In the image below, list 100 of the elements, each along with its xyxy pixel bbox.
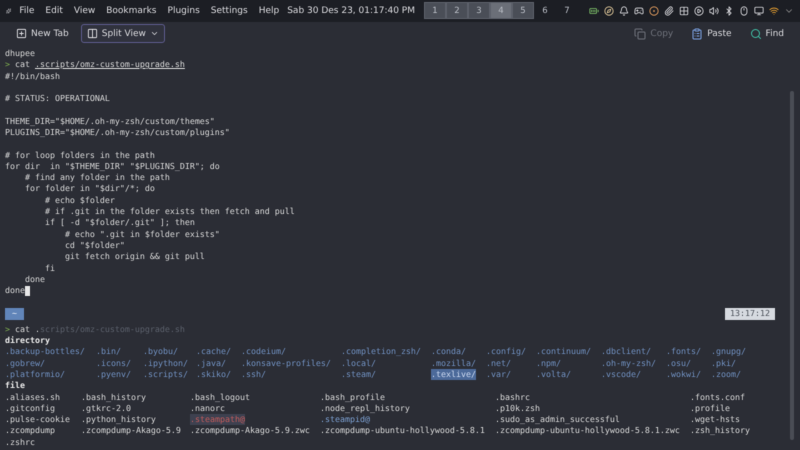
directory-entry: .byobu/ (143, 346, 178, 358)
columns-icon (86, 28, 98, 40)
gamepad-icon[interactable] (634, 6, 644, 16)
bell-icon[interactable] (619, 6, 629, 16)
clock: Sab 30 Des 23, 01:17:40 PM (287, 6, 415, 16)
file-entry: .profile (690, 402, 730, 414)
directory-entry: .backup-bottles/ (5, 346, 85, 358)
directory-entry: .scripts/ (143, 368, 188, 380)
directory-entry: .gobrew/ (5, 358, 45, 369)
desktop-button[interactable]: 5 (512, 2, 534, 20)
command-line: > cat .scripts/omz-custom-upgrade.sh (5, 59, 186, 70)
output-line: done (24, 274, 46, 286)
directory-entry: .npm/ (536, 358, 561, 369)
output-line: cd "$folder" (64, 240, 126, 252)
clipboard-icon (691, 28, 704, 40)
directory-entry: .continuum/ (536, 346, 591, 358)
bluetooth-icon[interactable] (724, 6, 734, 16)
file-entry: .zcompdump (5, 425, 55, 437)
file-entry: .fonts.conf (690, 392, 745, 403)
file-entry: .steampid@ (320, 414, 370, 426)
desktop-button[interactable]: 1 (424, 2, 446, 20)
directory-entry: .texlive/ (431, 368, 476, 380)
paste-button[interactable]: Paste (685, 24, 738, 44)
output-line: # echo ".git in $folder exists" (64, 228, 221, 240)
output-line: THEME_DIR="$HOME/.oh-my-zsh/custom/themes" (5, 116, 216, 127)
volume-icon[interactable] (709, 6, 719, 16)
desktop-button[interactable]: 6 (534, 2, 556, 20)
new-tab-button[interactable]: New Tab (10, 24, 75, 44)
file-entry: .gitconfig (5, 402, 55, 414)
directory-entry: .ssh/ (241, 368, 266, 380)
directory-entry: .gnupg/ (711, 346, 746, 358)
file-entry: .zsh_history (690, 425, 750, 437)
file-entry: .steampath@ (190, 414, 245, 426)
file-entry: .bashrc (495, 392, 530, 403)
menu-item[interactable]: Settings (208, 6, 251, 16)
desktop-button[interactable]: 7 (556, 2, 578, 20)
directory-entry: .oh-my-zsh/ (601, 358, 656, 369)
directory-entry: .zoom/ (711, 368, 741, 380)
tab-icon (16, 28, 27, 40)
menu-item[interactable]: Help (256, 6, 282, 16)
directory-entry: .completion_zsh/ (341, 346, 421, 358)
mouse-icon[interactable] (739, 6, 749, 16)
output-line: # echo $folder (44, 194, 116, 206)
directory-entry: .dbclient/ (601, 346, 651, 358)
file-entry: .pulse-cookie (5, 414, 70, 426)
directory-entry: .config/ (486, 346, 526, 358)
wifi-icon[interactable] (769, 6, 779, 16)
directory-entry: .local/ (341, 358, 376, 369)
file-entry: .node_repl_history (320, 402, 410, 414)
file-entry: .bash_profile (320, 392, 385, 403)
paperclip-icon[interactable] (664, 6, 674, 16)
monitor-icon[interactable] (754, 6, 764, 16)
menu-item[interactable]: File (16, 6, 38, 16)
output-line: # STATUS: OPERATIONAL (5, 93, 111, 104)
scrollbar[interactable] (790, 90, 794, 440)
output-line: # if .git in the folder exists then fetch and pull (44, 206, 296, 218)
file-entry: .python_history (81, 414, 156, 426)
file-entry: .zcompdump-Akago-5.9 (81, 425, 181, 437)
listing-heading: directory (5, 335, 51, 346)
menu-item[interactable]: View (70, 6, 98, 16)
directory-entry: .wokwi/ (666, 368, 701, 380)
file-entry: .aliases.sh (5, 392, 60, 403)
directory-entry: .osu/ (666, 358, 691, 369)
menu-item[interactable]: Bookmarks (103, 6, 160, 16)
directory-entry: .pyenv/ (96, 368, 131, 380)
file-entry: .p10k.zsh (495, 402, 540, 414)
file-entry: .gtkrc-2.0 (81, 402, 131, 414)
directory-entry: .volta/ (536, 368, 571, 380)
find-button[interactable]: Find (744, 24, 790, 44)
file-entry: .bash_logout (190, 392, 250, 403)
directory-entry: .skiko/ (196, 368, 231, 380)
disc-icon[interactable] (649, 6, 659, 16)
listing-heading: file (5, 380, 26, 392)
search-icon (750, 28, 762, 40)
app-logo-icon[interactable] (6, 6, 12, 16)
file-entry: .zshrc (5, 436, 35, 448)
output-line: #!/bin/bash (5, 70, 61, 82)
grid-icon[interactable] (679, 6, 689, 16)
menu-item[interactable]: Edit (42, 6, 66, 16)
directory-entry: .java/ (196, 358, 226, 369)
directory-entry: .bin/ (96, 346, 121, 358)
compass-icon[interactable] (604, 6, 614, 16)
output-line: # find any folder in the path (24, 172, 171, 184)
split-view-button[interactable]: Split View (80, 24, 165, 44)
output-line: git fetch origin && git pull (64, 251, 206, 263)
directory-entry: .icons/ (96, 358, 131, 369)
directory-entry: .konsave-profiles/ (241, 358, 331, 369)
desktop-button[interactable]: 2 (446, 2, 468, 20)
output-line: fi (44, 262, 56, 274)
menu-item[interactable]: Plugins (164, 6, 203, 16)
directory-entry: .mozilla/ (431, 358, 476, 369)
output-line: done (5, 285, 25, 296)
desktop-button[interactable]: 3 (468, 2, 490, 20)
file-entry: .nanorc (190, 402, 225, 414)
prompt-user: dhupee (5, 48, 36, 60)
directory-entry: .steam/ (341, 368, 376, 380)
directory-entry: .conda/ (431, 346, 466, 358)
output-line: for folder in "$dir"/*; do (24, 183, 156, 195)
play-icon[interactable] (694, 6, 704, 16)
battery-icon[interactable] (589, 6, 599, 16)
